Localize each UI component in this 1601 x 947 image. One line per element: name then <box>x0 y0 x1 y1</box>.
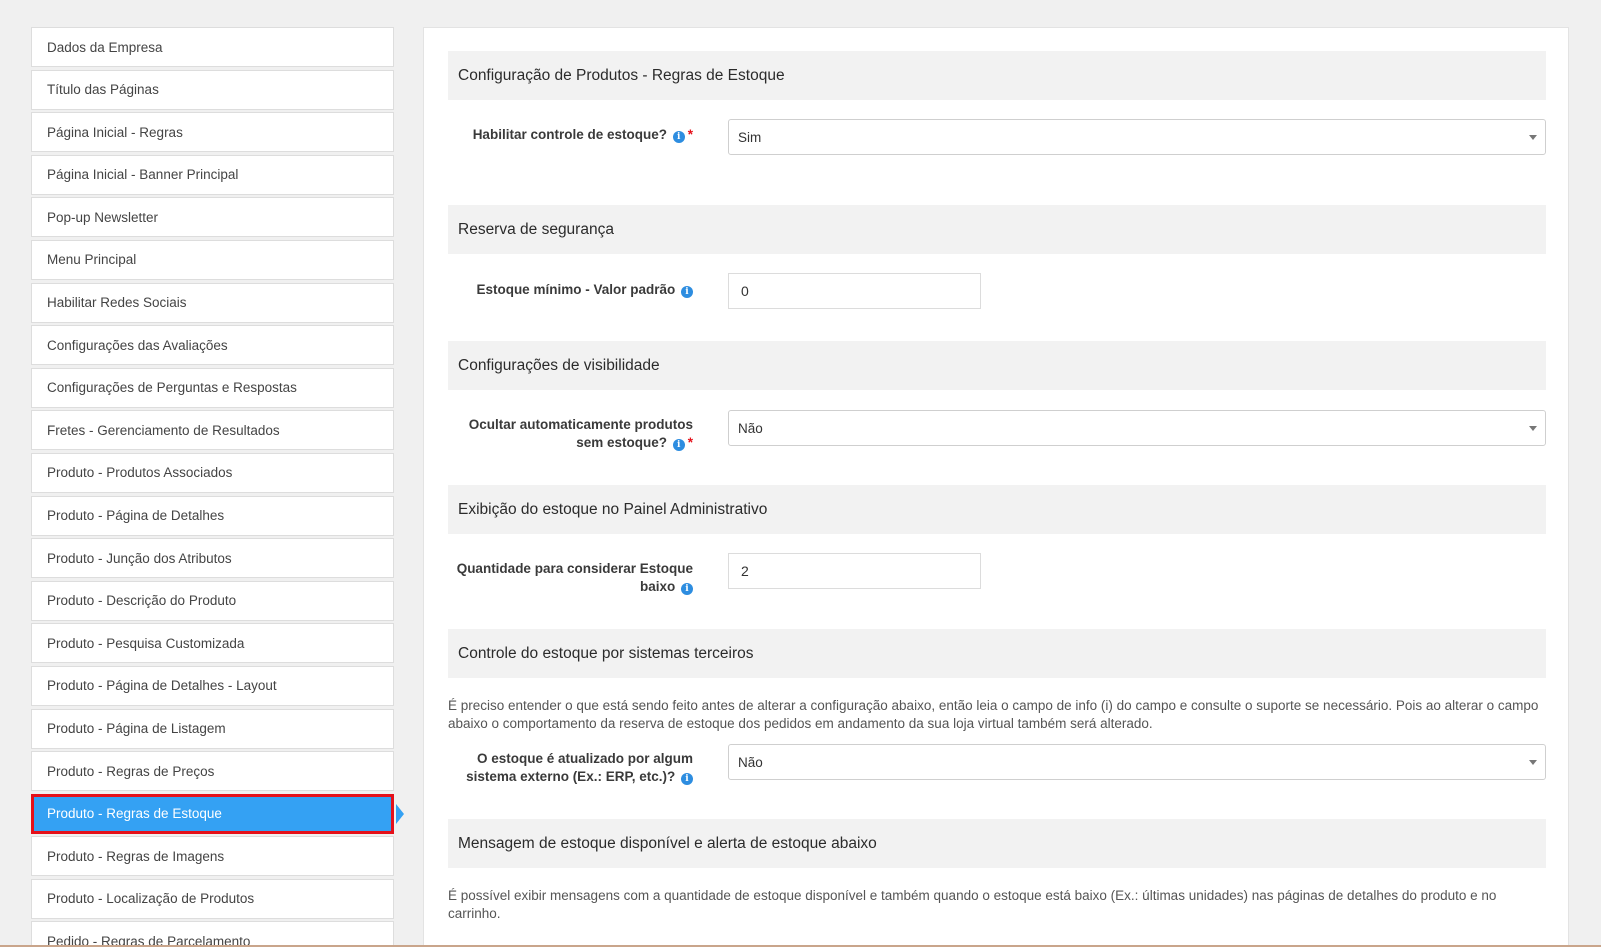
page: Dados da Empresa Título das Páginas Pági… <box>0 0 1601 947</box>
sidebar-item-label: Produto - Página de Detalhes - Layout <box>47 678 277 694</box>
sidebar-item-detalhes-layout[interactable]: Produto - Página de Detalhes - Layout <box>31 665 394 706</box>
sidebar-item-popup-newsletter[interactable]: Pop-up Newsletter <box>31 197 394 238</box>
info-icon[interactable]: i <box>681 583 693 595</box>
sidebar-item-pagina-listagem[interactable]: Produto - Página de Listagem <box>31 708 394 749</box>
select-value: Não <box>738 754 763 770</box>
info-icon[interactable]: i <box>672 131 685 143</box>
estoque-minimo-input[interactable] <box>728 273 981 309</box>
select-value: Sim <box>738 129 762 145</box>
field-label-sistema-externo: O estoque é atualizado por algum sistema… <box>466 750 693 786</box>
sidebar-item-label: Produto - Junção dos Atributos <box>47 550 232 566</box>
required-marker: * <box>687 435 693 450</box>
sidebar-item-label: Configurações de Perguntas e Respostas <box>47 380 297 396</box>
sidebar-item-label: Produto - Página de Detalhes <box>47 508 225 524</box>
sidebar-item-regras-parcelamento[interactable]: Pedido - Regras de Parcelamento <box>31 921 394 947</box>
section-header-visibilidade: Configurações de visibilidade <box>448 341 1546 390</box>
field-label-ocultar-produtos: Ocultar automaticamente produtos sem est… <box>469 416 693 452</box>
sidebar-item-pesquisa-customizada[interactable]: Produto - Pesquisa Customizada <box>31 623 394 664</box>
sidebar-item-avaliacoes[interactable]: Configurações das Avaliações <box>31 325 394 366</box>
sidebar-item-label: Página Inicial - Regras <box>47 124 183 140</box>
sidebar-item-label: Produto - Página de Listagem <box>47 721 226 736</box>
chevron-down-icon <box>1529 135 1537 140</box>
label-text: sem estoque? <box>576 435 667 450</box>
sidebar-item-label: Produto - Produtos Associados <box>47 465 233 481</box>
sidebar-item-regras-estoque[interactable]: Produto - Regras de Estoque <box>31 793 404 834</box>
section-title: Exibição do estoque no Painel Administra… <box>458 500 768 518</box>
sidebar-item-label: Dados da Empresa <box>47 39 163 55</box>
label-text: Ocultar automaticamente produtos <box>468 417 693 432</box>
label-text: sistema externo (Ex.: ERP, etc.)? <box>466 769 676 784</box>
field-label-habilitar-estoque: Habilitar controle de estoque? i * <box>473 126 693 144</box>
section-header-reserva-seguranca: Reserva de segurança <box>448 205 1546 254</box>
section-title: Controle do estoque por sistemas terceir… <box>458 644 754 662</box>
label-text: Quantidade para considerar Estoque <box>456 561 693 576</box>
sidebar-item-label: Produto - Descrição do Produto <box>47 593 237 609</box>
sidebar-item-label: Fretes - Gerenciamento de Resultados <box>47 422 280 438</box>
settings-panel: Configuração de Produtos - Regras de Est… <box>423 27 1569 947</box>
sidebar-item-juncao-atributos[interactable]: Produto - Junção dos Atributos <box>31 538 394 579</box>
required-marker: * <box>687 127 693 142</box>
sidebar-item-regras-precos[interactable]: Produto - Regras de Preços <box>31 751 394 792</box>
info-icon[interactable]: i <box>681 773 693 785</box>
sidebar-item-localizacao-produtos[interactable]: Produto - Localização de Produtos <box>31 878 394 919</box>
section-header-painel-administrativo: Exibição do estoque no Painel Administra… <box>448 485 1546 534</box>
label-text: baixo <box>639 579 676 594</box>
sidebar-item-label: Página Inicial - Banner Principal <box>47 167 239 183</box>
sidebar-item-banner-principal[interactable]: Página Inicial - Banner Principal <box>31 154 394 195</box>
sidebar-item-label: Título das Páginas <box>47 82 159 98</box>
estoque-baixo-input[interactable] <box>728 553 981 589</box>
sidebar-item-descricao-produto[interactable]: Produto - Descrição do Produto <box>31 580 394 621</box>
sidebar-item-pagina-detalhes[interactable]: Produto - Página de Detalhes <box>31 495 394 536</box>
section-header-regras-estoque: Configuração de Produtos - Regras de Est… <box>448 51 1546 100</box>
sidebar-item-label: Produto - Regras de Preços <box>47 763 215 779</box>
sidebar-item-label: Habilitar Redes Sociais <box>47 295 187 311</box>
sidebar-item-produtos-associados[interactable]: Produto - Produtos Associados <box>31 452 394 493</box>
sidebar-item-label: Produto - Pesquisa Customizada <box>47 635 245 651</box>
field-label-estoque-baixo: Quantidade para considerar Estoque baixo… <box>457 560 693 596</box>
sidebar-item-label: Menu Principal <box>47 252 137 268</box>
sidebar-item-menu-principal[interactable]: Menu Principal <box>31 239 394 280</box>
section-title: Mensagem de estoque disponível e alerta … <box>458 834 877 852</box>
section-title: Configurações de visibilidade <box>458 356 660 374</box>
chevron-down-icon <box>1529 426 1537 431</box>
sidebar-item-regras-imagens[interactable]: Produto - Regras de Imagens <box>31 836 394 877</box>
sidebar-item-perguntas-respostas[interactable]: Configurações de Perguntas e Respostas <box>31 367 394 408</box>
field-label-estoque-minimo: Estoque mínimo - Valor padrão i <box>476 281 693 299</box>
sidebar-item-label: Produto - Localização de Produtos <box>47 891 255 907</box>
label-text: Habilitar controle de estoque? <box>472 127 667 142</box>
section-title: Configuração de Produtos - Regras de Est… <box>458 66 785 84</box>
label-text: Estoque mínimo - Valor padrão <box>476 282 676 297</box>
sidebar-item-pagina-inicial-regras[interactable]: Página Inicial - Regras <box>31 112 394 153</box>
section-title: Reserva de segurança <box>458 220 614 238</box>
habilitar-estoque-select[interactable]: Sim <box>728 119 1546 155</box>
sidebar-item-titulo-paginas[interactable]: Título das Páginas <box>31 69 394 110</box>
sidebar-item-label: Produto - Regras de Estoque <box>47 806 222 822</box>
sidebar-item-dados-empresa[interactable]: Dados da Empresa <box>31 27 394 67</box>
section-header-mensagem-estoque: Mensagem de estoque disponível e alerta … <box>448 819 1546 868</box>
sidebar-item-label: Pop-up Newsletter <box>47 209 159 225</box>
sidebar-item-fretes[interactable]: Fretes - Gerenciamento de Resultados <box>31 410 394 451</box>
sidebar-item-label: Configurações das Avaliações <box>47 337 228 353</box>
sidebar-item-redes-sociais[interactable]: Habilitar Redes Sociais <box>31 282 394 323</box>
section-header-sistemas-terceiros: Controle do estoque por sistemas terceir… <box>448 629 1546 678</box>
select-value: Não <box>738 420 763 436</box>
chevron-down-icon <box>1529 760 1537 765</box>
ocultar-produtos-select[interactable]: Não <box>728 410 1546 446</box>
info-icon[interactable]: i <box>681 286 693 298</box>
settings-sidebar: Dados da Empresa Título das Páginas Pági… <box>31 27 404 947</box>
sistema-externo-select[interactable]: Não <box>728 744 1546 780</box>
help-text-mensagem: É possível exibir mensagens com a quanti… <box>448 888 1497 921</box>
sidebar-item-label: Produto - Regras de Imagens <box>47 848 225 864</box>
info-icon[interactable]: i <box>672 439 685 451</box>
help-text-terceiros: É preciso entender o que está sendo feit… <box>448 698 1539 731</box>
label-text: O estoque é atualizado por algum <box>476 751 693 766</box>
